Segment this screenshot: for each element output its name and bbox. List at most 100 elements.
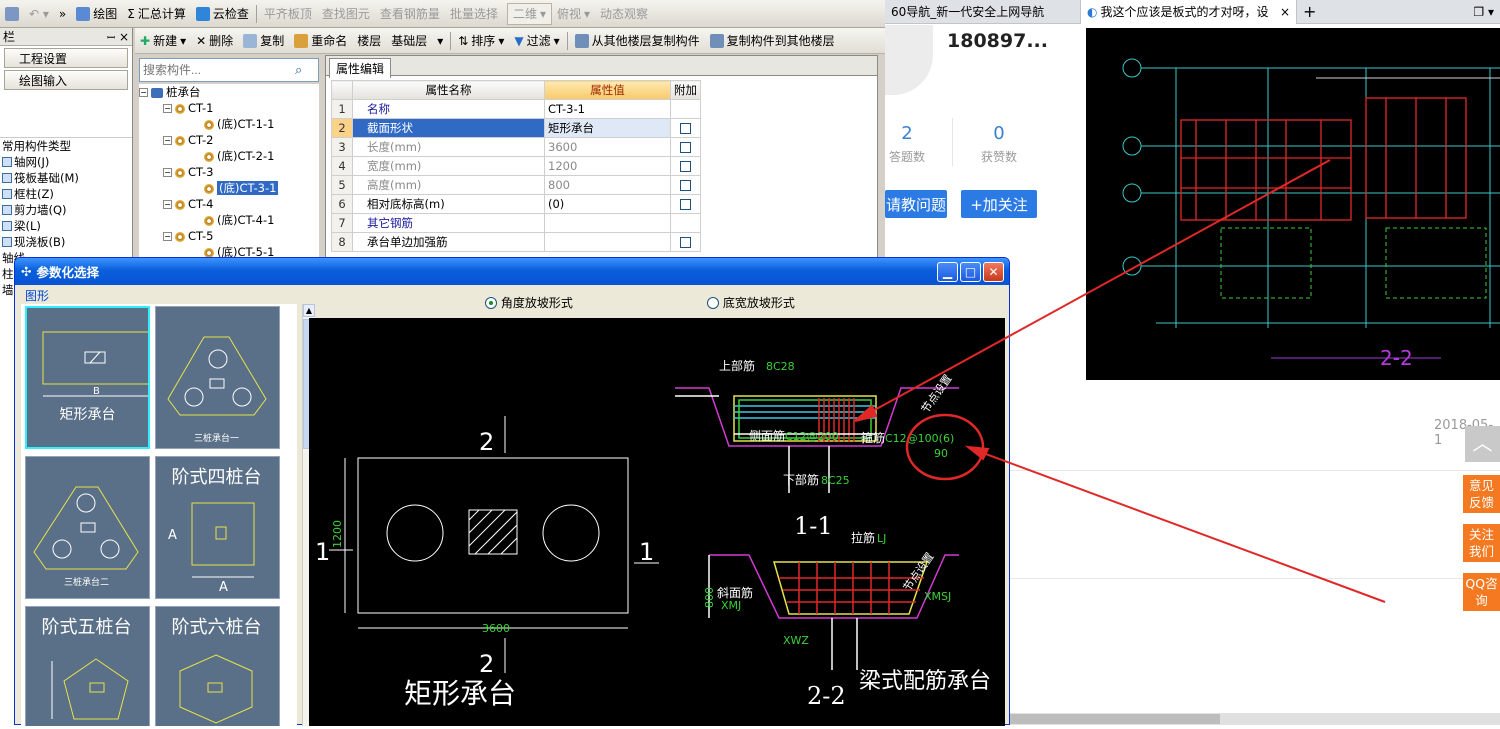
table-row[interactable]: 6 相对底标高(m) (0) [331,194,701,214]
window-menu-icon[interactable]: ❐ ▾ [1467,0,1500,24]
rename-button[interactable]: 重命名 [289,30,352,52]
search-icon[interactable]: ⌕ [295,63,302,78]
back-to-top-icon[interactable]: ︿ [1465,426,1500,462]
cloud-check-button[interactable]: 云检查 [191,3,254,25]
table-row[interactable]: 7 其它钢筋 [331,213,701,233]
column-item[interactable]: 框柱(Z) [0,186,132,202]
copy-from-floor-button[interactable]: 从其他楼层复制构件 [570,30,705,52]
tree-leaf-selected[interactable]: (底)CT-3-1 [139,180,319,196]
minimize-button[interactable]: ▁ [937,262,958,282]
table-row[interactable]: 4 宽度(mm) 1200 [331,156,701,176]
shear-wall-item[interactable]: 剪力墙(Q) [0,202,132,218]
beam-item[interactable]: 梁(L) [0,218,132,234]
table-row-selected[interactable]: 2 截面形状 矩形承台 [331,118,701,138]
browser-tab-active[interactable]: ◐ 我这个应该是板式的才对呀，设 × [1080,0,1297,24]
tree-node[interactable]: − CT-3 [139,164,319,180]
question-image[interactable]: 2-2 [1086,28,1500,380]
draw-button[interactable]: 绘图 [71,3,122,25]
tab-property-edit[interactable]: 属性编辑 [329,58,392,78]
pin-icon[interactable]: ꟷ [107,33,115,44]
copy-to-floor-button[interactable]: 复制构件到其他楼层 [705,30,840,52]
slab-item[interactable]: 现浇板(B) [0,234,132,250]
undo-button[interactable]: ↶ ▾ [24,3,54,25]
shape-stepped-four-pile[interactable]: 阶式四桩台 AA [155,456,280,599]
new-tab-button[interactable]: + [1297,0,1322,24]
shape-three-pile-1[interactable]: 三桩承台一 [155,306,280,449]
maximize-button[interactable]: □ [960,262,981,282]
table-row[interactable]: 3 长度(mm) 3600 [331,137,701,157]
tree-root[interactable]: − 桩承台 [139,84,319,100]
angle-slope-radio[interactable]: 角度放坡形式 [485,294,573,311]
view-mode-select[interactable]: 二维 ▾ [506,2,552,25]
extra-checkbox[interactable] [680,123,691,134]
drawing-input-button[interactable]: 绘图输入 [4,70,128,90]
side-rebar-label: 侧面筋 [749,428,785,443]
shape-dim-label: B [93,386,100,397]
project-settings-button[interactable]: 工程设置 [4,48,128,68]
extra-checkbox[interactable] [680,237,691,248]
delete-icon: ✕ [196,33,207,48]
gear-icon [175,135,185,146]
username[interactable]: 180897... [947,30,1048,52]
sum-calc-button[interactable]: Σ 汇总计算 [122,3,191,25]
follow-button[interactable]: +加关注 [961,190,1037,218]
gear-icon [204,183,214,194]
extra-checkbox[interactable] [680,142,691,153]
slab-icon [2,237,12,247]
tree-node[interactable]: − CT-4 [139,196,319,212]
batch-select-button[interactable]: 批量选择 [445,3,503,25]
orbit-button[interactable]: 动态观察 [595,3,653,25]
slope-mode-options: 角度放坡形式 底宽放坡形式 [315,288,1005,316]
tree-node[interactable]: − CT-2 [139,132,319,148]
find-element-button[interactable]: 查找图元 [317,3,375,25]
table-row[interactable]: 8 承台单边加强筋 [331,232,701,252]
tree-node[interactable]: − CT-5 [139,228,319,244]
copy-button[interactable]: 复制 [238,30,289,52]
extra-checkbox[interactable] [680,199,691,210]
toolbar-more[interactable]: » [54,3,71,25]
browser-tab[interactable]: 60导航_新一代安全上网导航 [885,0,1080,24]
search-input[interactable] [140,63,295,77]
sort-button[interactable]: ⇅ 排序 ▾ [453,30,509,52]
side-rebar-value: C12@200 [785,430,839,443]
shape-stepped-six-pile[interactable]: 阶式六桩台 [155,606,280,726]
tree-node[interactable]: − CT-1 [139,100,319,116]
floor-select[interactable]: 基础层 ▾ [386,30,448,52]
extra-checkbox[interactable] [680,161,691,172]
raft-item[interactable]: 筏板基础(M) [0,170,132,186]
extra-checkbox[interactable] [680,180,691,191]
table-row[interactable]: 5 高度(mm) 800 [331,175,701,195]
new-button[interactable]: ✚ 新建 ▾ [135,30,191,52]
dialog-titlebar[interactable]: ✣ 参数化选择 [15,258,1009,285]
col-value: 属性值 [544,80,671,100]
tree-leaf[interactable]: (底)CT-4-1 [139,212,319,228]
save-button[interactable] [0,3,24,25]
tree-leaf[interactable]: (底)CT-1-1 [139,116,319,132]
align-top-button[interactable]: 平齐板顶 [259,3,317,25]
top-view-button[interactable]: 俯视 ▾ [552,3,595,25]
delete-button[interactable]: ✕ 删除 [191,30,238,52]
component-tree: − 桩承台 − CT-1 (底)CT-1-1 − CT-2 (底)CT-2-1 − CT… [139,84,319,264]
beam-icon [2,221,12,231]
feedback-button[interactable]: 意见反馈 [1463,475,1500,513]
grid-item[interactable]: 轴网(J) [0,154,132,170]
shape-rect-cap[interactable]: B 矩形承台 [25,306,150,449]
view-rebar-button[interactable]: 查看钢筋量 [375,3,445,25]
gear-icon [175,167,185,178]
close-icon[interactable]: × [119,30,129,44]
horizontal-scrollbar[interactable] [1010,713,1500,725]
height-value: 800 [703,587,716,608]
slope-rebar-value: XMJ [721,599,741,612]
shape-three-pile-2[interactable]: 三桩承台二 [25,456,150,599]
shape-stepped-five-pile[interactable]: 阶式五桩台 [25,606,150,726]
tree-leaf[interactable]: (底)CT-2-1 [139,148,319,164]
filter-icon: ▼ [514,33,524,48]
qq-consult-button[interactable]: QQ咨询 [1463,573,1500,611]
follow-us-button[interactable]: 关注我们 [1463,524,1500,562]
width-slope-radio[interactable]: 底宽放坡形式 [707,294,795,311]
close-button[interactable]: ✕ [983,262,1004,282]
table-row[interactable]: 1 名称 CT-3-1 [331,99,701,119]
close-icon[interactable]: × [1280,5,1290,19]
ask-question-button[interactable]: 请教问题 [885,190,947,218]
filter-button[interactable]: ▼ 过滤 ▾ [509,30,564,52]
